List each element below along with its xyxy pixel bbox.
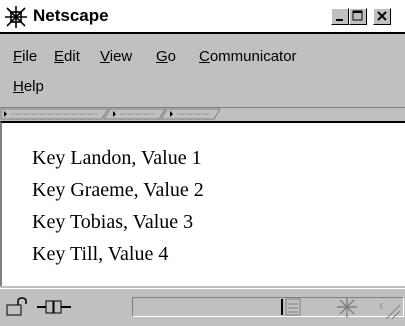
- close-button[interactable]: [373, 8, 391, 25]
- task-icon[interactable]: [334, 295, 360, 324]
- menu-go[interactable]: Go: [156, 48, 176, 65]
- content-line: Key Tobias, Value 3: [32, 211, 194, 233]
- maximize-icon: [352, 10, 363, 21]
- content-line: Key Graeme, Value 2: [32, 179, 204, 201]
- menu-communicator[interactable]: Communicator: [199, 48, 297, 65]
- minimize-icon: [336, 19, 343, 21]
- maximize-button[interactable]: [349, 8, 367, 25]
- component-bar-icon[interactable]: [280, 297, 302, 322]
- status-field: [132, 297, 404, 317]
- title-bar[interactable]: Netscape: [0, 0, 405, 34]
- window-title: Netscape: [33, 6, 109, 25]
- toolbar-tab-strip: [0, 107, 405, 120]
- menu-file[interactable]: File: [13, 48, 37, 65]
- connection-plug-icon[interactable]: [36, 297, 72, 322]
- resize-grip-icon[interactable]: [380, 299, 402, 326]
- menu-bar: File Edit View Go Communicator Help: [0, 36, 405, 102]
- toolbar-tab-navigation[interactable]: [0, 108, 109, 120]
- security-lock-icon[interactable]: [4, 297, 30, 322]
- toolbar-tab-location[interactable]: [103, 108, 166, 120]
- status-bar: [0, 288, 405, 325]
- close-icon: [377, 11, 387, 21]
- menu-edit[interactable]: Edit: [54, 48, 80, 65]
- page-content: Key Landon, Value 1 Key Graeme, Value 2 …: [0, 121, 405, 286]
- minimize-button[interactable]: [331, 8, 349, 25]
- menu-view[interactable]: View: [100, 48, 132, 65]
- menu-help[interactable]: Help: [13, 78, 44, 95]
- content-line: Key Till, Value 4: [32, 243, 169, 265]
- content-line: Key Landon, Value 1: [32, 147, 202, 169]
- netscape-window: Netscape File Edit View Go Communicator …: [0, 0, 405, 325]
- netscape-icon: [4, 5, 28, 29]
- toolbar-tab-personal[interactable]: [160, 108, 221, 120]
